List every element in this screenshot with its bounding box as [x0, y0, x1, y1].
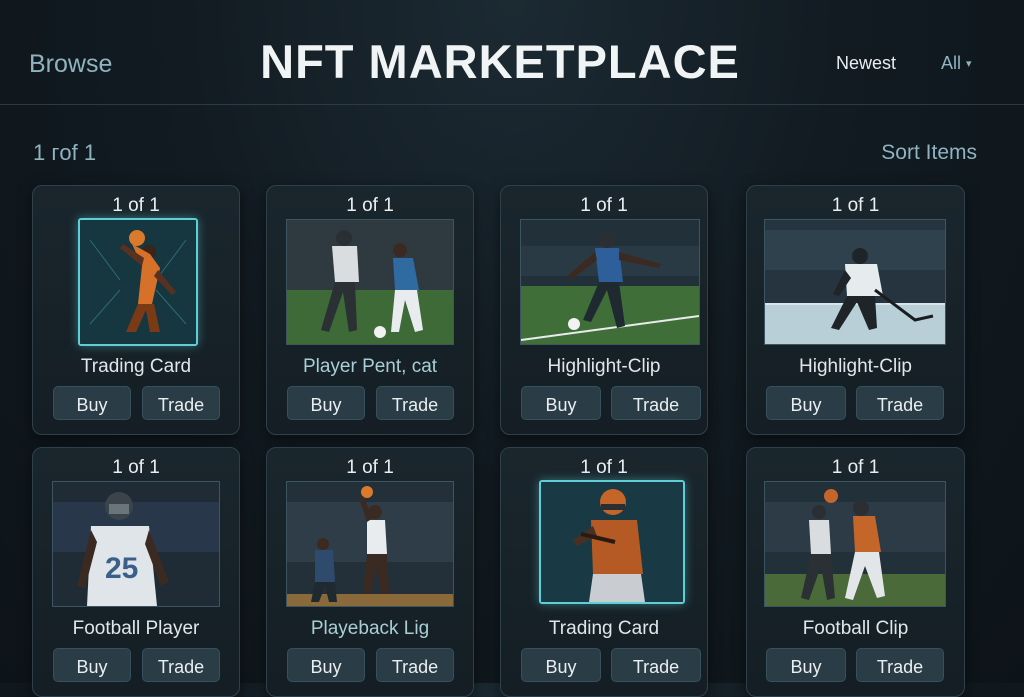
card-thumbnail[interactable]	[520, 219, 700, 345]
nft-card[interactable]: 1 of 1 25 Football Player Buy Trade	[32, 447, 240, 697]
edition-label: 1 of 1	[346, 195, 394, 216]
edition-label: 1 of 1	[831, 195, 880, 216]
nft-card[interactable]: 1 of 1 Trading Card Buy Trade	[32, 185, 240, 435]
card-title: Football Clip	[802, 618, 909, 639]
card-thumbnail[interactable]	[764, 219, 946, 345]
svg-text:25: 25	[105, 552, 138, 585]
edition-label: 1 of 1	[112, 457, 160, 478]
chevron-down-icon: ▾	[966, 58, 972, 70]
buy-button[interactable]: Buy	[53, 386, 131, 420]
buy-button[interactable]: Buy	[766, 648, 846, 682]
trade-button[interactable]: Trade	[376, 648, 454, 682]
card-thumbnail[interactable]	[539, 480, 685, 604]
sort-items-button[interactable]: Sort Items	[881, 141, 977, 165]
trade-button[interactable]: Trade	[611, 648, 701, 682]
trade-button[interactable]: Trade	[856, 648, 944, 682]
baseball-player-image	[541, 482, 683, 602]
buy-button[interactable]: Buy	[287, 648, 365, 682]
card-title: Player Pent, cat	[302, 356, 438, 377]
card-thumbnail[interactable]	[286, 219, 454, 345]
edition-label: 1 of 1	[580, 457, 628, 478]
buy-button[interactable]: Buy	[521, 648, 601, 682]
nft-card[interactable]: 1 of 1 Football Clip Buy Trade	[746, 447, 965, 697]
edition-label: 1 of 1	[346, 457, 394, 478]
edition-label: 1 of 1	[580, 195, 628, 216]
nft-card[interactable]: 1 of 1 Playeback Lig Buy Trade	[266, 447, 474, 697]
buy-button[interactable]: Buy	[287, 386, 365, 420]
card-thumbnail[interactable]	[286, 481, 454, 607]
nft-card[interactable]: 1 of 1 Player Pent, cat Buy Trade	[266, 185, 474, 435]
card-title: Highlight-Clip	[799, 356, 912, 377]
trade-button[interactable]: Trade	[142, 648, 220, 682]
sort-newest-option[interactable]: Newest	[836, 53, 896, 74]
edition-label: 1 of 1	[831, 457, 880, 478]
card-thumbnail[interactable]	[764, 481, 946, 607]
top-bar: Browse NFT MARKETPLACE Newest All ▾	[0, 0, 1024, 105]
card-thumbnail[interactable]: 25	[52, 481, 220, 607]
nft-card[interactable]: 1 of 1 Trading Card Buy Trade	[500, 447, 708, 697]
trade-button[interactable]: Trade	[856, 386, 944, 420]
soccer-players-image	[287, 220, 453, 344]
card-title: Football Player	[72, 618, 200, 639]
football-player-image: 25	[53, 482, 219, 606]
nft-card[interactable]: 1 of 1 Highlight-Clip Buy Trade	[500, 185, 708, 435]
nft-card[interactable]: 1 of 1 Highlight-Clip Buy Trade	[746, 185, 965, 435]
card-title: Playeback Lig	[310, 618, 430, 639]
buy-button[interactable]: Buy	[521, 386, 601, 420]
filter-all-dropdown[interactable]: All ▾	[941, 53, 972, 74]
hockey-player-image	[765, 220, 945, 344]
card-thumbnail[interactable]	[78, 218, 198, 346]
filter-all-label: All	[941, 53, 962, 73]
trade-button[interactable]: Trade	[142, 386, 220, 420]
buy-button[interactable]: Buy	[53, 648, 131, 682]
item-count: 1 ᴦof 1	[33, 140, 97, 165]
basketball-game-image	[287, 482, 453, 606]
card-title: Trading Card	[548, 618, 660, 639]
soccer-kick-image	[521, 220, 699, 344]
trade-button[interactable]: Trade	[611, 386, 701, 420]
basketball-player-image	[80, 220, 196, 344]
trade-button[interactable]: Trade	[376, 386, 454, 420]
card-title: Trading Card	[80, 356, 192, 377]
buy-button[interactable]: Buy	[766, 386, 846, 420]
edition-label: 1 of 1	[112, 195, 160, 216]
football-clip-image	[765, 482, 945, 606]
card-title: Highlight-Clip	[547, 356, 661, 377]
